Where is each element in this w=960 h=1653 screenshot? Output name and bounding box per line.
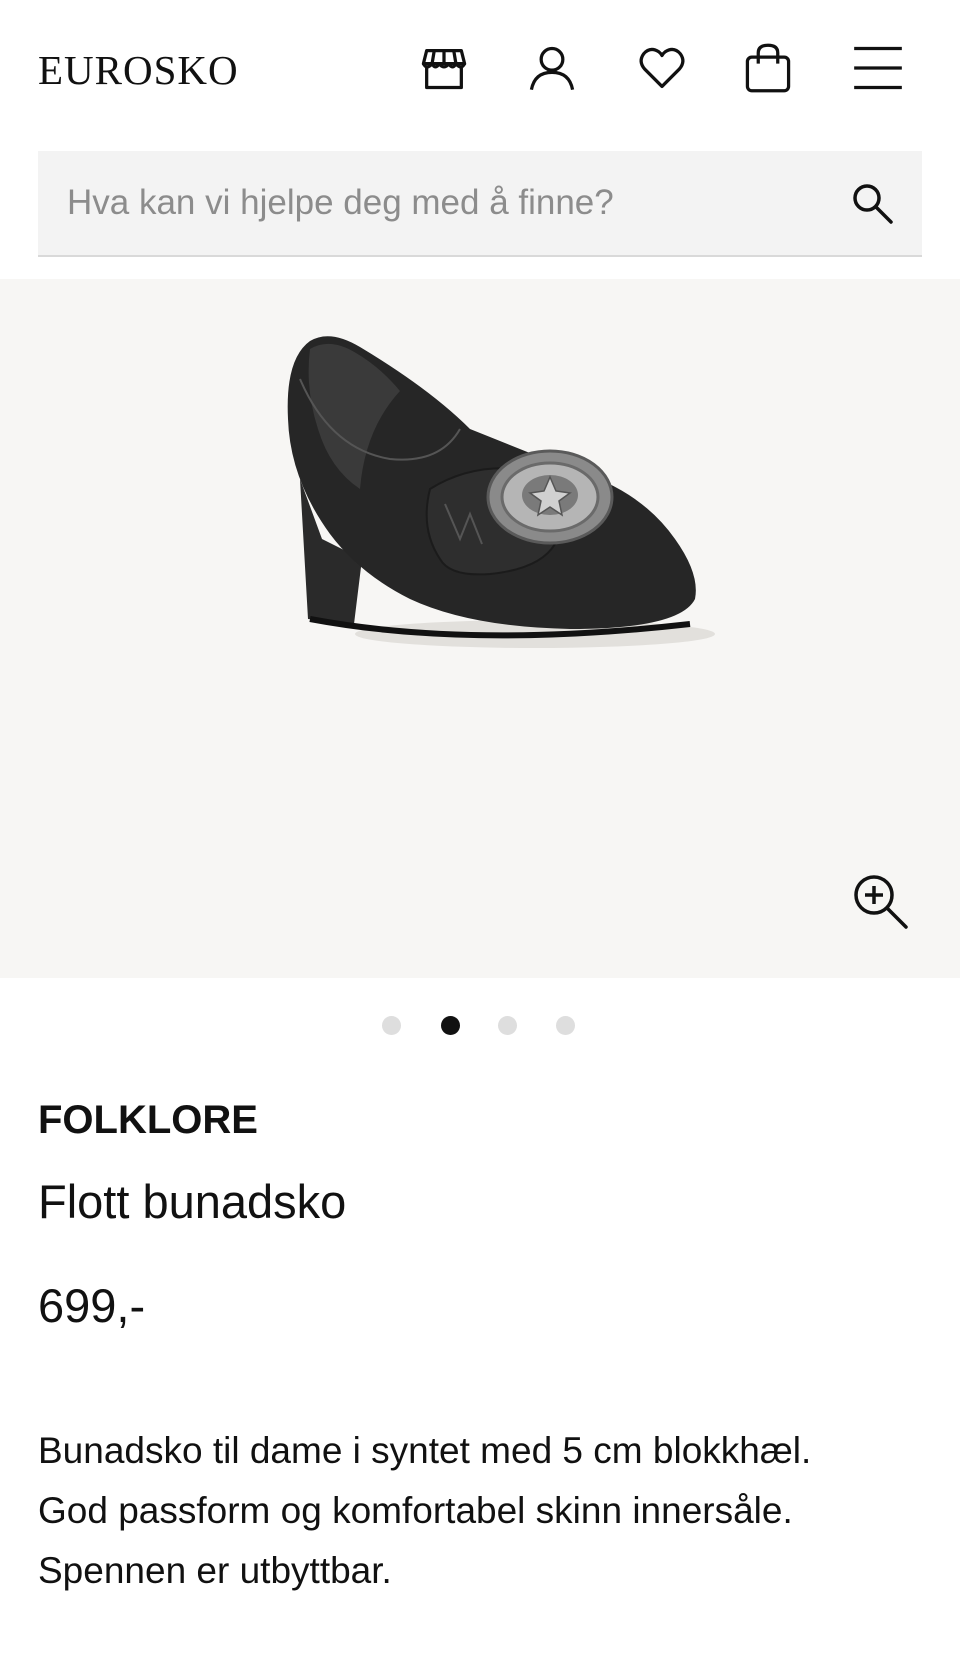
user-icon[interactable] bbox=[524, 40, 580, 96]
menu-icon[interactable] bbox=[850, 40, 906, 96]
search-icon[interactable] bbox=[850, 181, 896, 227]
gallery-dot-3[interactable] bbox=[498, 1016, 517, 1035]
product-description: Bunadsko til dame i syntet med 5 cm blok… bbox=[38, 1421, 938, 1601]
gallery-dot-1[interactable] bbox=[382, 1016, 401, 1035]
search-input[interactable] bbox=[38, 151, 838, 255]
bag-icon[interactable] bbox=[740, 40, 796, 96]
heart-icon[interactable] bbox=[634, 40, 690, 96]
product-name: Flott bunadsko bbox=[38, 1175, 347, 1228]
gallery-dot-4[interactable] bbox=[556, 1016, 575, 1035]
description-line: Spennen er utbyttbar. bbox=[38, 1550, 392, 1591]
product-brand[interactable]: FOLKLORE bbox=[38, 1096, 258, 1144]
product-image-gallery[interactable] bbox=[0, 279, 960, 978]
description-line: Bunadsko til dame i syntet med 5 cm blok… bbox=[38, 1430, 812, 1471]
store-icon[interactable] bbox=[416, 40, 472, 96]
zoom-icon[interactable] bbox=[850, 871, 910, 931]
product-price: 699,- bbox=[38, 1279, 146, 1332]
search-bar bbox=[38, 151, 922, 257]
eurosko-logo[interactable]: EUROSKO bbox=[38, 45, 239, 95]
site-header: EUROSKO bbox=[0, 0, 960, 140]
gallery-dot-2[interactable] bbox=[441, 1016, 460, 1035]
shoe-image bbox=[287, 336, 715, 648]
description-line: God passform og komfortabel skinn inners… bbox=[38, 1490, 793, 1531]
gallery-pagination bbox=[0, 1016, 960, 1036]
